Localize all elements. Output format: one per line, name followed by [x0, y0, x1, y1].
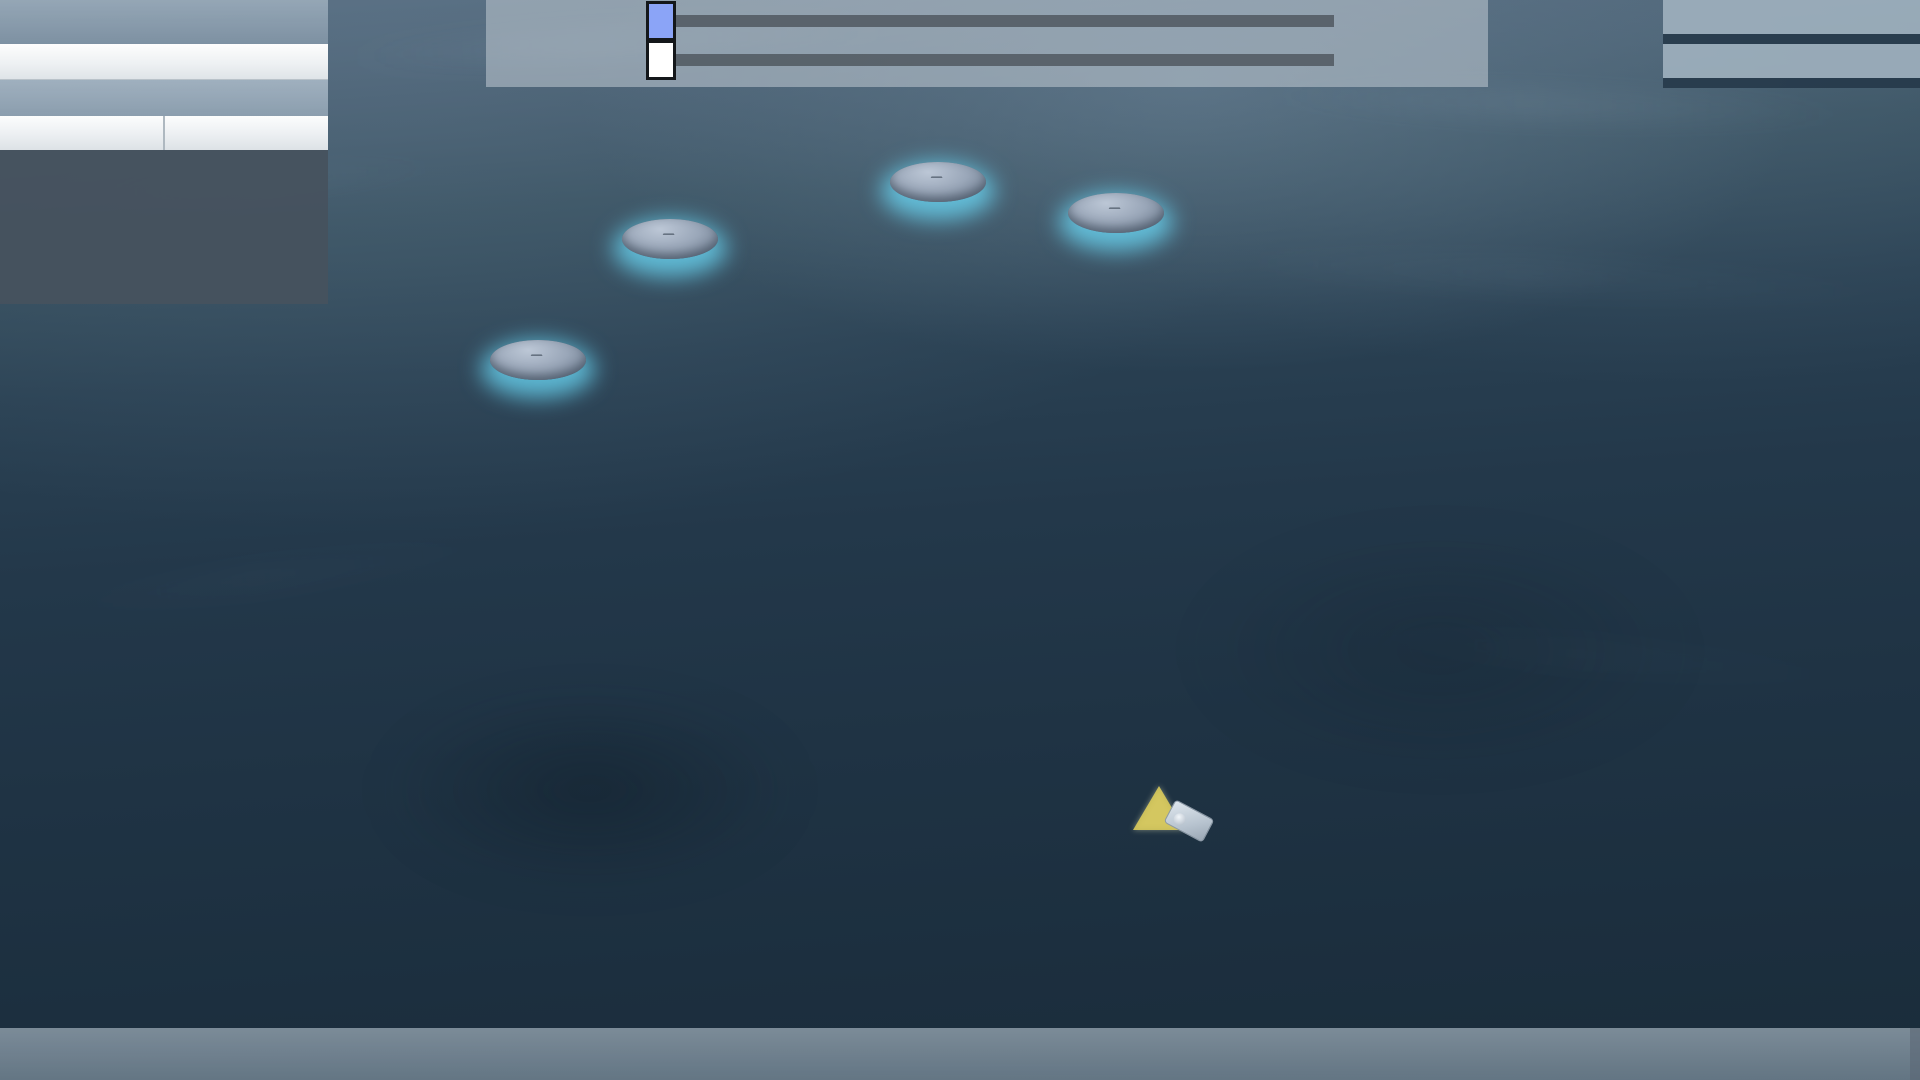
game-editor-screen: [0, 0, 1920, 1080]
tools-panel: [1663, 0, 1920, 88]
time-slider-knob[interactable]: [646, 1, 676, 41]
platform-size-fields: [0, 116, 328, 150]
time-slider[interactable]: [646, 1, 1334, 41]
spawn-point-marker[interactable]: [1133, 786, 1215, 843]
tools-panel-title: [1663, 0, 1920, 34]
tutorial-button[interactable]: [0, 256, 328, 298]
platform-size-x-input[interactable]: [0, 116, 165, 150]
play-button[interactable]: [0, 204, 328, 256]
level-options-title: [0, 0, 328, 44]
status-bar: [0, 1028, 1920, 1080]
level-options-panel: [0, 0, 328, 304]
create-platform-button[interactable]: [0, 150, 328, 204]
status-scrollbar[interactable]: [1910, 1028, 1920, 1080]
placement-list: [1663, 78, 1920, 88]
time-slider-row: [486, 1, 1488, 41]
placement-section-title: [1663, 44, 1920, 78]
weather-slider-knob[interactable]: [646, 40, 676, 80]
platform-size-y-input[interactable]: [165, 116, 328, 150]
environment-panel: [486, 0, 1488, 87]
level-name-input[interactable]: [0, 44, 328, 80]
floating-puck[interactable]: [890, 162, 986, 202]
weather-slider-row: [486, 40, 1488, 80]
weather-slider[interactable]: [646, 40, 1334, 80]
tools-list: [1663, 34, 1920, 44]
spawn-camera-icon: [1163, 799, 1215, 843]
floating-puck[interactable]: [1068, 193, 1164, 233]
starting-platform-size-label: [0, 80, 328, 116]
level-action-buttons: [0, 150, 328, 304]
floating-puck[interactable]: [622, 219, 718, 259]
floating-puck[interactable]: [490, 340, 586, 380]
